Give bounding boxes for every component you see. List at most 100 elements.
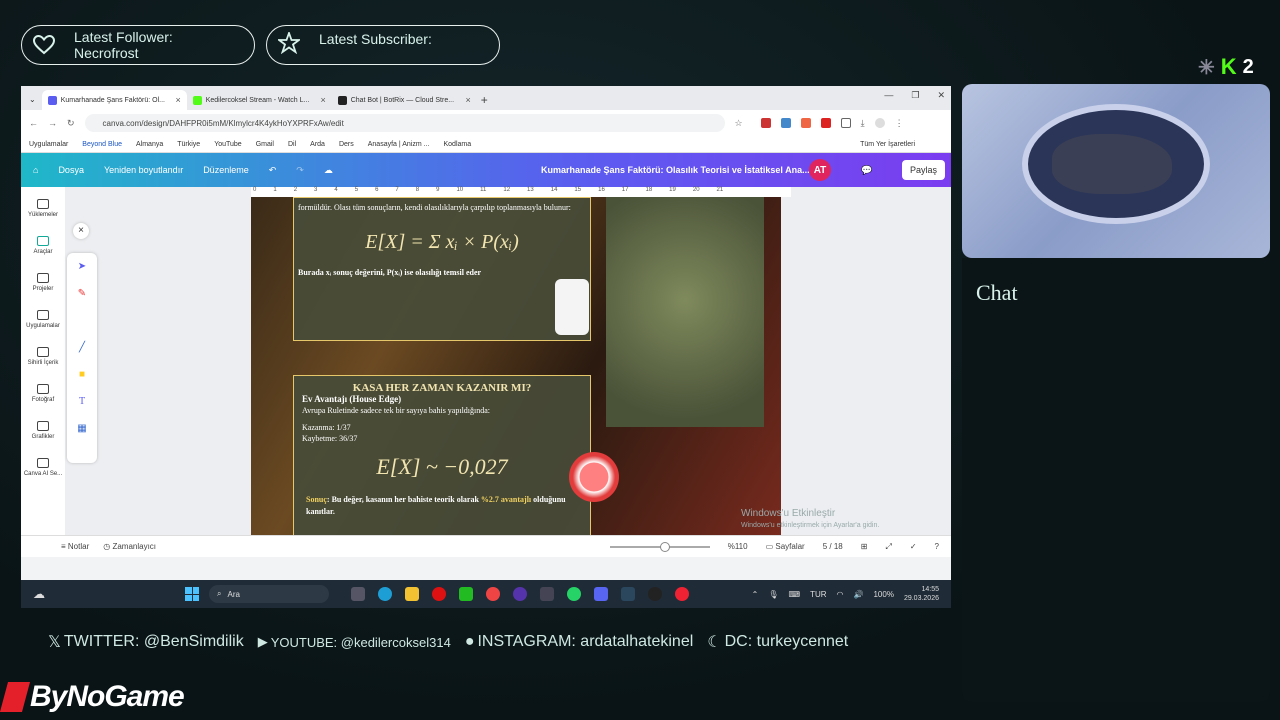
star-bookmark-icon[interactable]: ☆ [735, 118, 743, 129]
close-tab-icon[interactable]: × [175, 95, 180, 105]
home-icon[interactable]: ⌂ [33, 165, 38, 175]
app-icon[interactable] [513, 587, 527, 601]
pen-tool-icon[interactable]: ✎ [78, 288, 86, 299]
close-panel-button[interactable]: × [73, 223, 89, 239]
cloud-save-icon[interactable]: ☁ [324, 165, 333, 176]
clock[interactable]: 14:55 29.03.2026 [904, 585, 939, 603]
bookmark-item[interactable]: Türkiye [177, 141, 200, 148]
bookmark-item[interactable]: Anasayfa | Anizm ... [368, 141, 430, 148]
tab-kick[interactable]: Kedilercoksel Stream - Watch L... × [187, 90, 332, 110]
house-edge-card[interactable]: KASA HER ZAMAN KAZANIR MI? Ev Avantajı (… [293, 375, 591, 545]
new-tab-button[interactable]: + [481, 93, 497, 107]
whatsapp-icon[interactable] [567, 587, 581, 601]
menu-file[interactable]: Dosya [58, 165, 84, 175]
bookmark-item[interactable]: Beyond Blue [82, 141, 122, 148]
rail-magic[interactable]: Sihirli İçerik [28, 347, 58, 366]
windows-start-icon[interactable] [185, 587, 199, 601]
battery-indicator[interactable]: 100% [873, 590, 893, 599]
page-indicator[interactable]: 5 / 18 [823, 542, 843, 551]
timer-button[interactable]: ◷ Zamanlayıcı [103, 542, 156, 551]
pen-icon[interactable] [540, 587, 554, 601]
rail-photos[interactable]: Fotoğraf [32, 384, 54, 403]
line-tool-icon[interactable]: ╱ [79, 342, 85, 353]
file-explorer-icon[interactable] [405, 587, 419, 601]
poker-chip-image[interactable] [569, 452, 619, 502]
expected-value-card[interactable]: formüldür. Olası tüm sonuçların, kendi o… [293, 197, 591, 341]
select-tool-icon[interactable]: ➤ [78, 261, 86, 272]
bookmark-item[interactable]: Dil [288, 141, 296, 148]
close-tab-icon[interactable]: × [465, 95, 470, 105]
minimize-icon[interactable]: — [884, 90, 893, 101]
slide-image-placeholder[interactable] [606, 197, 764, 427]
rail-tools[interactable]: Araçlar [33, 236, 53, 255]
chrome-icon[interactable] [486, 587, 500, 601]
tab-canva[interactable]: Kumarhanade Şans Faktörü: Ol... × [41, 90, 187, 110]
undo-icon[interactable]: ↶ [269, 165, 277, 176]
sticky-note-icon[interactable]: ■ [79, 369, 85, 380]
forward-icon[interactable]: → [48, 118, 57, 128]
pages-button[interactable]: ▭ Sayfalar [766, 542, 805, 551]
all-bookmarks[interactable]: Tüm Yer İşaretleri [860, 141, 915, 148]
line-icon[interactable] [459, 587, 473, 601]
text-tool-icon[interactable]: T [79, 396, 85, 407]
zoom-value[interactable]: %110 [728, 542, 748, 551]
grid-view-icon[interactable]: ⊞ [861, 542, 868, 551]
tab-list-chevron-icon[interactable]: ⌄ [29, 95, 36, 104]
avatar[interactable]: AT [809, 159, 831, 181]
tab-botrix[interactable]: Chat Bot | BotRix — Cloud Stre... × [332, 90, 477, 110]
discord-icon[interactable] [594, 587, 608, 601]
extension-icon[interactable] [760, 117, 771, 128]
zoom-slider[interactable] [609, 541, 710, 552]
reload-icon[interactable]: ↻ [67, 118, 75, 129]
task-view-icon[interactable] [351, 587, 365, 601]
extension-icon[interactable] [800, 117, 811, 128]
menu-edit[interactable]: Düzenleme [203, 165, 249, 175]
steam-icon[interactable] [621, 587, 635, 601]
close-window-icon[interactable]: ✕ [937, 90, 945, 101]
shape-tool-icon[interactable]: ● [79, 315, 85, 326]
bookmark-item[interactable]: Kodlama [443, 141, 471, 148]
rail-uploads[interactable]: Yüklemeler [28, 199, 58, 218]
back-icon[interactable]: ← [29, 118, 38, 128]
wifi-icon[interactable]: ◠ [837, 590, 844, 599]
notes-button[interactable]: ≡ Notlar [61, 542, 89, 551]
chevron-up-icon[interactable]: ⌃ [752, 590, 759, 599]
menu-resize[interactable]: Yeniden boyutlandır [104, 165, 183, 175]
rail-canva-ai[interactable]: Canva AI Se... [24, 458, 62, 477]
edge-icon[interactable] [378, 587, 392, 601]
slide-canvas[interactable]: formüldür. Olası tüm sonuçların, kendi o… [251, 197, 781, 545]
volume-icon[interactable]: 🔊 [854, 590, 864, 599]
maximize-icon[interactable]: ❐ [911, 90, 919, 101]
fullscreen-icon[interactable]: ⤢ [885, 542, 891, 552]
redo-icon[interactable]: ↷ [296, 165, 304, 176]
check-icon[interactable]: ✓ [910, 542, 917, 551]
extension-icon[interactable] [780, 117, 791, 128]
puzzle-icon[interactable] [840, 117, 851, 128]
rail-projects[interactable]: Projeler [33, 273, 53, 292]
bookmark-item[interactable]: Gmail [256, 141, 274, 148]
bookmark-item[interactable]: Arda [310, 141, 325, 148]
menu-dots-icon[interactable]: ⋮ [895, 118, 904, 129]
rail-apps[interactable]: Uygulamalar [26, 310, 60, 329]
weather-icon[interactable]: ☁ [33, 587, 45, 601]
zoom-slider-thumb[interactable] [659, 541, 670, 552]
close-tab-icon[interactable]: × [320, 95, 325, 105]
profile-icon[interactable] [874, 117, 885, 128]
language-indicator[interactable]: TUR [810, 590, 826, 599]
url-field[interactable]: canva.com/design/DAHFPR0i5mM/Klmylcr4K4y… [84, 114, 725, 132]
share-button[interactable]: Paylaş [901, 160, 945, 180]
rail-charts[interactable]: Grafikler [32, 421, 54, 440]
taskbar-search[interactable]: ⌕ Ara [209, 585, 329, 603]
help-icon[interactable]: ? [935, 542, 939, 551]
bookmark-item[interactable]: Ders [339, 141, 354, 148]
design-title[interactable]: Kumarhanade Şans Faktörü: Olasılık Teori… [541, 165, 810, 175]
extension-icon[interactable] [820, 117, 831, 128]
keyboard-icon[interactable]: ⌨ [789, 590, 801, 599]
dice-image[interactable] [555, 279, 589, 335]
opera-icon[interactable] [432, 587, 446, 601]
bookmark-item[interactable]: YouTube [214, 141, 242, 148]
table-tool-icon[interactable]: ▦ [77, 423, 86, 434]
comment-icon[interactable]: 💬 [861, 165, 872, 176]
obs-icon[interactable] [648, 587, 662, 601]
app-icon[interactable] [675, 587, 689, 601]
